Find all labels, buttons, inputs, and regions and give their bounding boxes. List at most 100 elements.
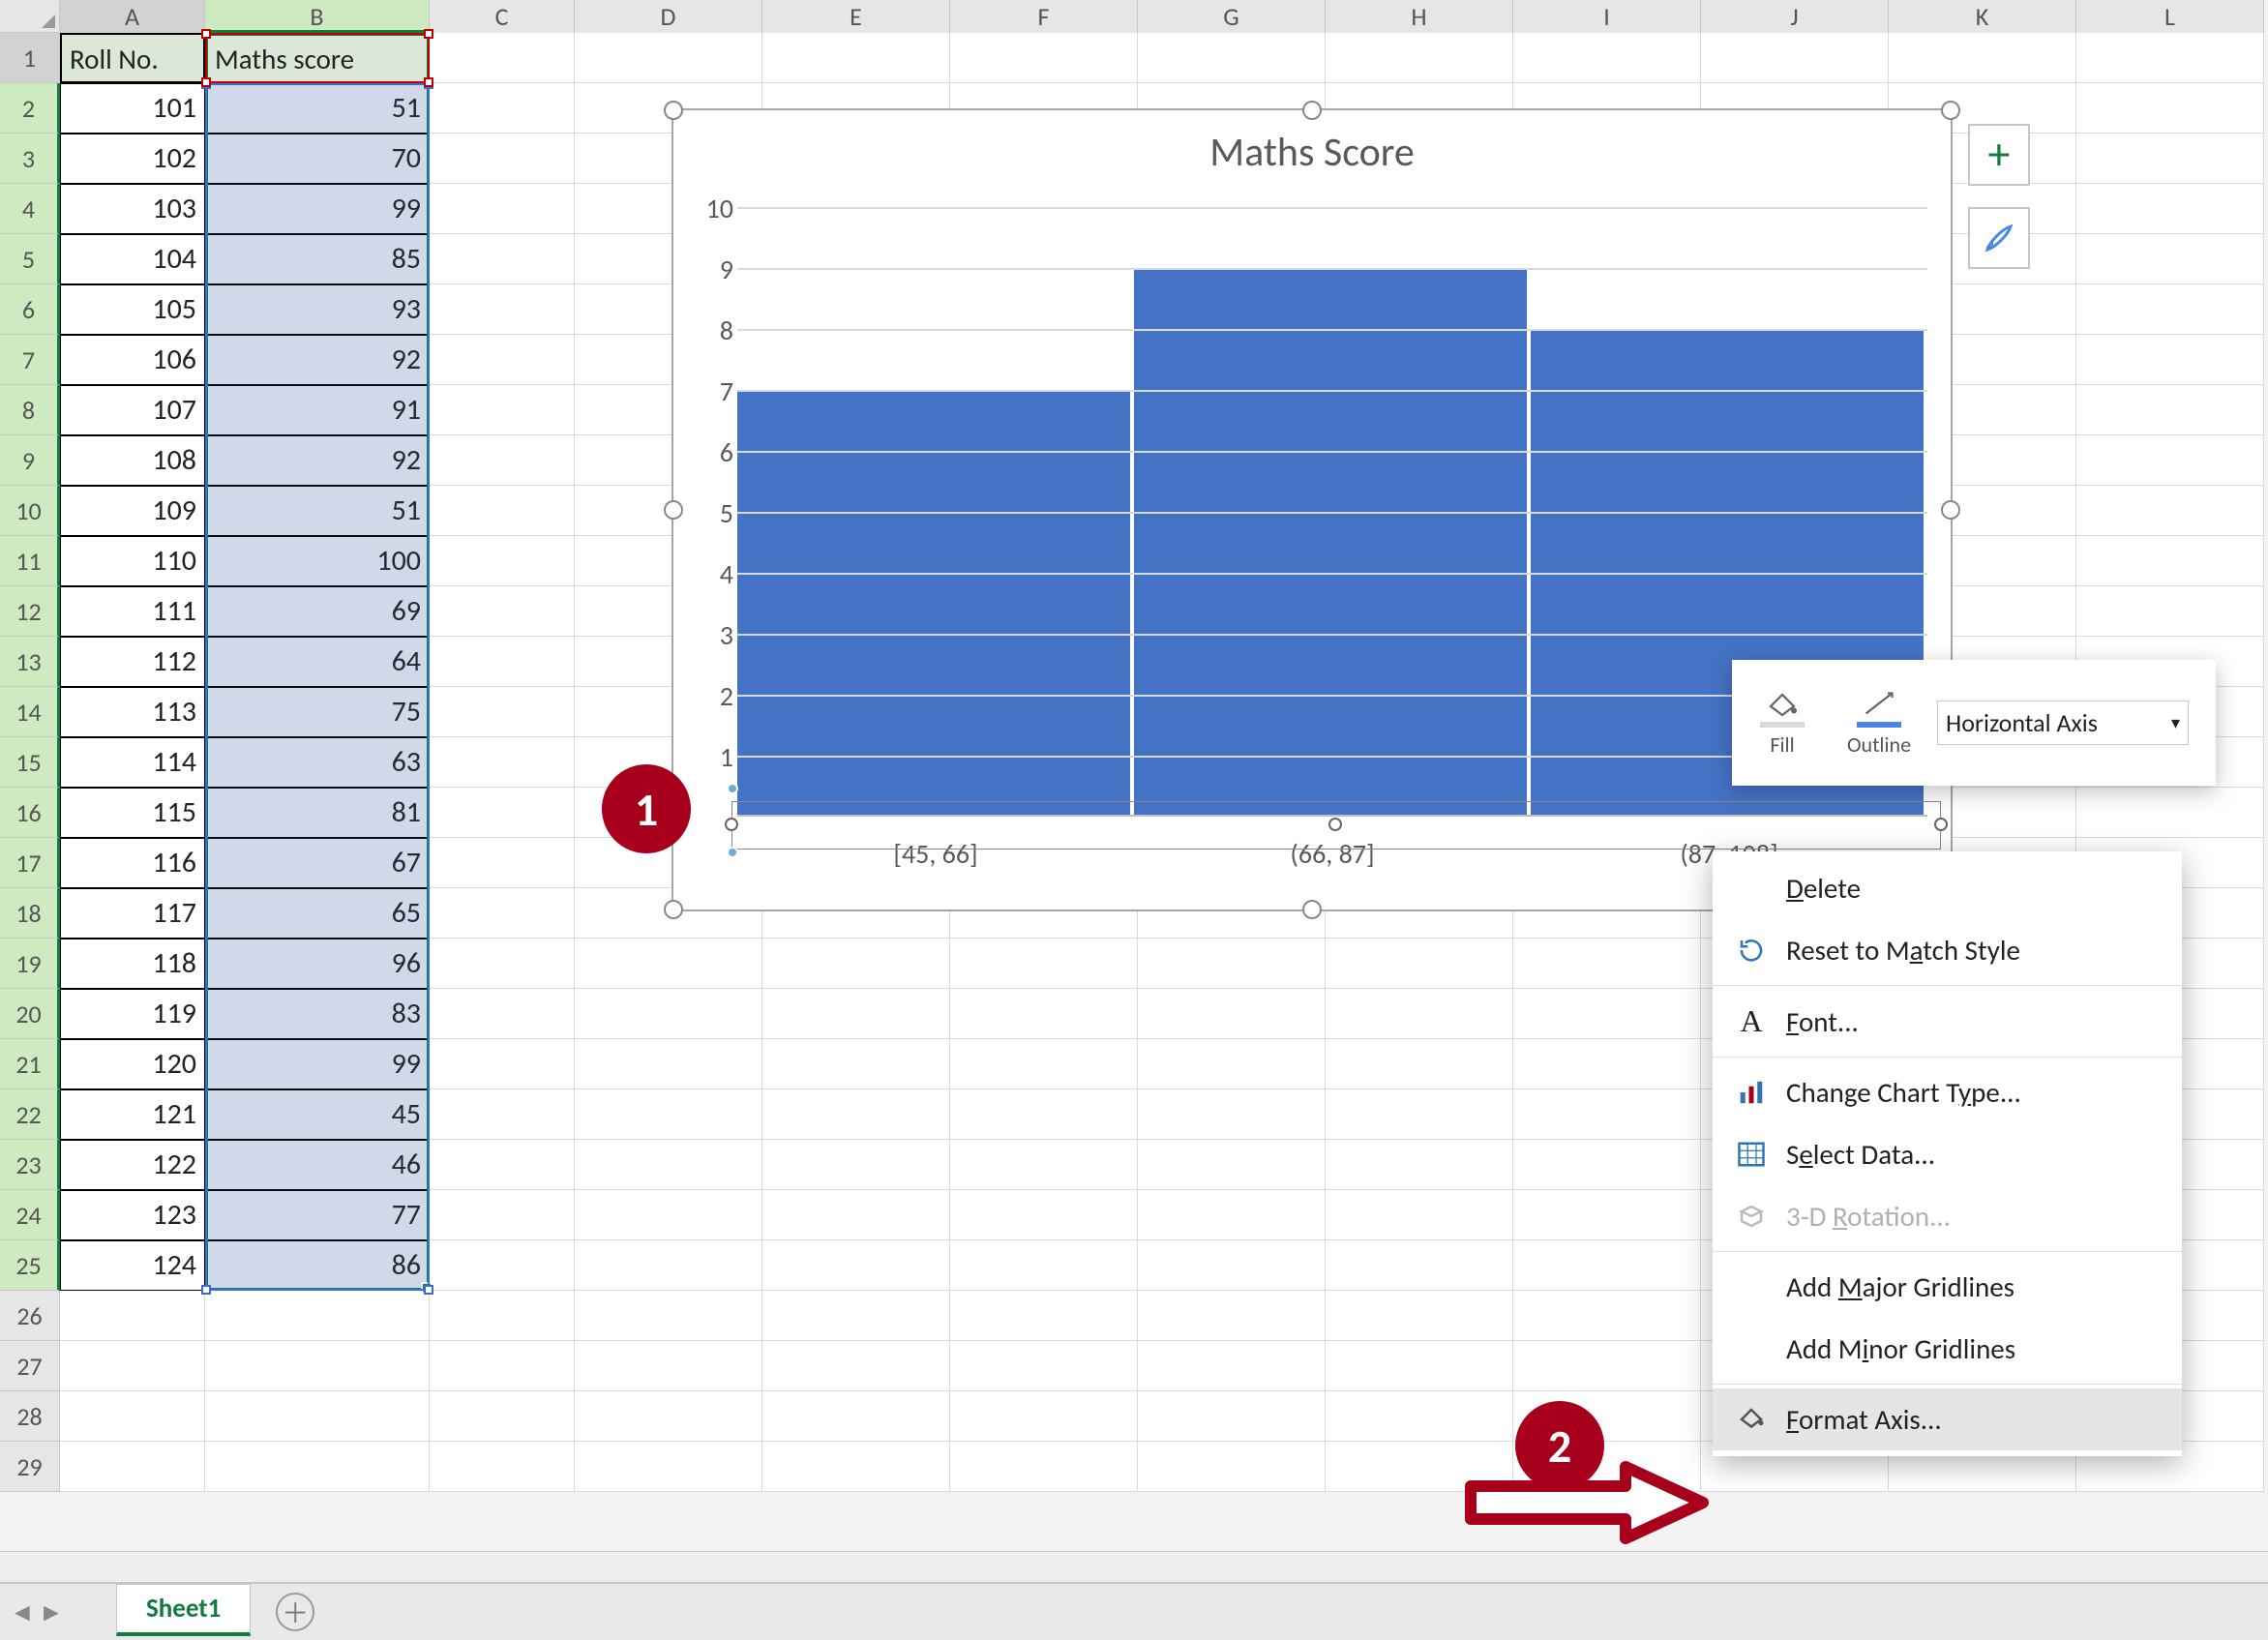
- cell-A12[interactable]: 111: [60, 586, 205, 637]
- cell-C9[interactable]: [430, 435, 575, 486]
- cell-D20[interactable]: [575, 989, 762, 1039]
- cell-H22[interactable]: [1326, 1089, 1513, 1140]
- cell-L11[interactable]: [2076, 536, 2264, 586]
- row-header-29[interactable]: 29: [0, 1442, 60, 1492]
- col-header-C[interactable]: C: [430, 0, 575, 33]
- cell-B14[interactable]: 75: [205, 687, 430, 737]
- cell-F19[interactable]: [950, 939, 1138, 989]
- cell-C20[interactable]: [430, 989, 575, 1039]
- cell-C14[interactable]: [430, 687, 575, 737]
- cell-G22[interactable]: [1138, 1089, 1326, 1140]
- cell-E23[interactable]: [762, 1140, 950, 1190]
- cell-G19[interactable]: [1138, 939, 1326, 989]
- row-header-9[interactable]: 9: [0, 435, 60, 486]
- cell-I22[interactable]: [1513, 1089, 1701, 1140]
- row-header-17[interactable]: 17: [0, 838, 60, 888]
- cell-C1[interactable]: [430, 33, 575, 83]
- cell-E1[interactable]: [762, 33, 950, 83]
- cell-C28[interactable]: [430, 1391, 575, 1442]
- bar-1[interactable]: [1134, 268, 1529, 817]
- cell-C8[interactable]: [430, 385, 575, 435]
- cell-H28[interactable]: [1326, 1391, 1513, 1442]
- ctx-format-axis[interactable]: Format Axis...: [1713, 1388, 2182, 1450]
- col-header-D[interactable]: D: [575, 0, 762, 33]
- col-header-L[interactable]: L: [2076, 0, 2264, 33]
- row-header-22[interactable]: 22: [0, 1089, 60, 1140]
- cell-G1[interactable]: [1138, 33, 1326, 83]
- cell-A2[interactable]: 101: [60, 83, 205, 134]
- col-header-A[interactable]: A: [60, 0, 205, 33]
- cell-D22[interactable]: [575, 1089, 762, 1140]
- cell-B29[interactable]: [205, 1442, 430, 1492]
- cell-C25[interactable]: [430, 1240, 575, 1291]
- cell-D25[interactable]: [575, 1240, 762, 1291]
- cell-G21[interactable]: [1138, 1039, 1326, 1089]
- row-header-24[interactable]: 24: [0, 1190, 60, 1240]
- cell-G27[interactable]: [1138, 1341, 1326, 1391]
- cell-E20[interactable]: [762, 989, 950, 1039]
- cell-D28[interactable]: [575, 1391, 762, 1442]
- cell-F20[interactable]: [950, 989, 1138, 1039]
- col-header-E[interactable]: E: [762, 0, 950, 33]
- y-axis[interactable]: 12345678910: [689, 207, 737, 817]
- cell-B28[interactable]: [205, 1391, 430, 1442]
- cell-A23[interactable]: 122: [60, 1140, 205, 1190]
- cell-C10[interactable]: [430, 486, 575, 536]
- cell-A9[interactable]: 108: [60, 435, 205, 486]
- cell-C27[interactable]: [430, 1341, 575, 1391]
- cell-G24[interactable]: [1138, 1190, 1326, 1240]
- cell-B11[interactable]: 100: [205, 536, 430, 586]
- cell-C21[interactable]: [430, 1039, 575, 1089]
- cell-E25[interactable]: [762, 1240, 950, 1291]
- cell-B15[interactable]: 63: [205, 737, 430, 788]
- ctx-add-minor-gridlines[interactable]: Add Minor Gridlines: [1713, 1318, 2182, 1380]
- cell-D26[interactable]: [575, 1291, 762, 1341]
- col-header-H[interactable]: H: [1326, 0, 1513, 33]
- cell-C17[interactable]: [430, 838, 575, 888]
- row-header-11[interactable]: 11: [0, 536, 60, 586]
- cell-C26[interactable]: [430, 1291, 575, 1341]
- cell-B23[interactable]: 46: [205, 1140, 430, 1190]
- row-header-14[interactable]: 14: [0, 687, 60, 737]
- cell-E22[interactable]: [762, 1089, 950, 1140]
- cell-E29[interactable]: [762, 1442, 950, 1492]
- row-header-15[interactable]: 15: [0, 737, 60, 788]
- cell-G26[interactable]: [1138, 1291, 1326, 1341]
- cell-E27[interactable]: [762, 1341, 950, 1391]
- col-header-K[interactable]: K: [1889, 0, 2076, 33]
- cell-G25[interactable]: [1138, 1240, 1326, 1291]
- cell-B16[interactable]: 81: [205, 788, 430, 838]
- chart-element-selector[interactable]: Horizontal Axis ▾: [1937, 701, 2189, 745]
- cell-A29[interactable]: [60, 1442, 205, 1492]
- cell-C4[interactable]: [430, 184, 575, 234]
- row-header-5[interactable]: 5: [0, 234, 60, 284]
- cell-L5[interactable]: [2076, 234, 2264, 284]
- cell-B19[interactable]: 96: [205, 939, 430, 989]
- cell-L16[interactable]: [2076, 788, 2264, 838]
- cell-H27[interactable]: [1326, 1341, 1513, 1391]
- cell-B6[interactable]: 93: [205, 284, 430, 335]
- cell-D21[interactable]: [575, 1039, 762, 1089]
- chart-elements-button[interactable]: +: [1968, 124, 2030, 186]
- cell-B4[interactable]: 99: [205, 184, 430, 234]
- cell-B25[interactable]: 86: [205, 1240, 430, 1291]
- cell-L8[interactable]: [2076, 385, 2264, 435]
- col-header-I[interactable]: I: [1513, 0, 1701, 33]
- cell-A3[interactable]: 102: [60, 134, 205, 184]
- cell-B7[interactable]: 92: [205, 335, 430, 385]
- cell-I21[interactable]: [1513, 1039, 1701, 1089]
- ctx-delete[interactable]: Delete: [1713, 857, 2182, 919]
- sheet-tab-bar[interactable]: ◄ ► Sheet1 ＋: [0, 1582, 2268, 1640]
- cell-A1[interactable]: Roll No.: [60, 33, 205, 83]
- cell-C29[interactable]: [430, 1442, 575, 1492]
- cell-I27[interactable]: [1513, 1341, 1701, 1391]
- row-header-28[interactable]: 28: [0, 1391, 60, 1442]
- cell-F24[interactable]: [950, 1190, 1138, 1240]
- cell-L7[interactable]: [2076, 335, 2264, 385]
- fill-button[interactable]: Fill: [1744, 689, 1821, 758]
- ctx-reset-style[interactable]: Reset to Match Style: [1713, 919, 2182, 981]
- cell-F21[interactable]: [950, 1039, 1138, 1089]
- cell-D1[interactable]: [575, 33, 762, 83]
- cell-H24[interactable]: [1326, 1190, 1513, 1240]
- cell-B27[interactable]: [205, 1341, 430, 1391]
